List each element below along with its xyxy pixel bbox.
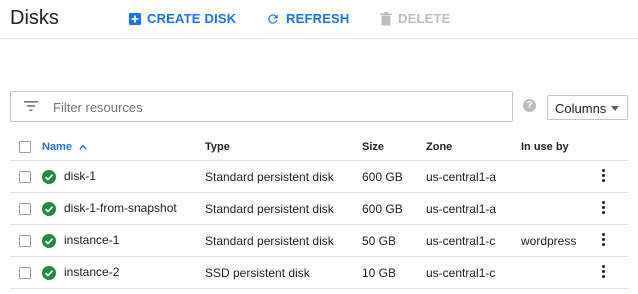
filter-input[interactable]: Filter resources (10, 91, 513, 122)
disk-zone-cell: us-central1-a (426, 192, 521, 225)
refresh-label: REFRESH (286, 11, 350, 26)
trash-icon (380, 11, 392, 25)
column-header-name[interactable]: Name (42, 133, 205, 161)
delete-label: DELETE (398, 11, 451, 26)
disk-name-link[interactable]: instance-1 (64, 233, 119, 247)
disk-size-cell: 10 GB (362, 256, 426, 289)
row-menu-cell (601, 256, 628, 289)
table-row[interactable]: disk-1 Standard persistent disk 600 GB us-c… (10, 160, 628, 193)
row-select-cell (10, 192, 42, 225)
disk-in-use-by-cell[interactable] (521, 160, 601, 193)
disk-type-cell: Standard persistent disk (205, 160, 362, 193)
disk-type-cell: Standard persistent disk (205, 192, 362, 225)
check-circle-icon (42, 169, 56, 184)
more-vert-icon[interactable] (601, 263, 605, 280)
refresh-icon (268, 13, 278, 24)
columns-dropdown[interactable]: Columns (547, 95, 628, 120)
disk-name-cell: instance-1 (42, 224, 205, 257)
row-select-cell (10, 224, 42, 257)
disk-name-link[interactable]: disk-1-from-snapshot (64, 201, 177, 215)
select-all-cell (10, 133, 42, 161)
disk-type-cell: Standard persistent disk (205, 224, 362, 257)
column-header-in-use-by[interactable]: In use by (521, 133, 601, 161)
page-title: Disks (10, 7, 59, 29)
disk-in-use-by-cell[interactable] (521, 192, 601, 225)
disk-in-use-by-cell[interactable]: wordpress (521, 224, 601, 257)
check-circle-icon (42, 201, 56, 216)
row-checkbox[interactable] (19, 235, 31, 248)
table-row[interactable]: disk-1-from-snapshot Standard persistent … (10, 192, 628, 225)
chevron-down-icon (611, 106, 619, 111)
disk-size-cell: 600 GB (362, 192, 426, 225)
row-select-cell (10, 160, 42, 193)
disk-size-cell: 600 GB (362, 160, 426, 193)
row-checkbox[interactable] (19, 267, 31, 280)
column-header-zone[interactable]: Zone (426, 133, 521, 161)
filter-placeholder: Filter resources (53, 100, 143, 115)
create-disk-label: CREATE DISK (147, 11, 237, 26)
check-circle-icon (42, 233, 56, 248)
disk-in-use-by-cell[interactable] (521, 256, 601, 289)
disk-name-cell: disk-1 (42, 160, 205, 193)
help-icon[interactable]: ? (523, 99, 536, 112)
disk-name-cell: instance-2 (42, 256, 205, 289)
disk-zone-cell: us-central1-c (426, 256, 521, 289)
row-menu-cell (601, 224, 628, 257)
columns-label: Columns (555, 101, 607, 116)
disk-name-cell: disk-1-from-snapshot (42, 192, 205, 225)
check-circle-icon (42, 265, 56, 280)
row-checkbox[interactable] (19, 171, 31, 184)
disk-size-cell: 50 GB (362, 224, 426, 257)
row-select-cell (10, 256, 42, 289)
row-menu-cell (601, 192, 628, 225)
page-header: Disks CREATE DISK REFRESH DELETE (0, 0, 638, 39)
disks-table: Name Type Size Zone In use by disk-1 Stan… (10, 133, 628, 289)
table-header-row: Name Type Size Zone In use by (10, 133, 628, 161)
row-checkbox[interactable] (19, 203, 31, 216)
filter-icon (24, 101, 38, 111)
more-vert-icon[interactable] (601, 231, 605, 248)
disk-zone-cell: us-central1-c (426, 224, 521, 257)
refresh-button[interactable]: REFRESH (266, 11, 350, 26)
table-row[interactable]: instance-2 SSD persistent disk 10 GB us-cen… (10, 256, 628, 289)
column-header-name-label: Name (42, 140, 72, 153)
more-vert-icon[interactable] (601, 199, 605, 216)
create-disk-button[interactable]: CREATE DISK (129, 11, 236, 26)
table-row[interactable]: instance-1 Standard persistent disk 50 GB u… (10, 224, 628, 257)
disk-type-cell: SSD persistent disk (205, 256, 362, 289)
column-header-size[interactable]: Size (362, 133, 426, 161)
disk-name-link[interactable]: disk-1 (64, 169, 96, 183)
disk-name-link[interactable]: instance-2 (64, 265, 119, 279)
add-box-icon (129, 12, 141, 25)
disk-zone-cell: us-central1-a (426, 160, 521, 193)
arrow-up-icon (79, 144, 87, 150)
delete-button[interactable]: DELETE (380, 11, 450, 26)
select-all-checkbox[interactable] (19, 140, 31, 153)
column-header-actions (601, 133, 628, 161)
row-menu-cell (601, 160, 628, 193)
more-vert-icon[interactable] (601, 167, 605, 184)
column-header-type[interactable]: Type (205, 133, 362, 161)
